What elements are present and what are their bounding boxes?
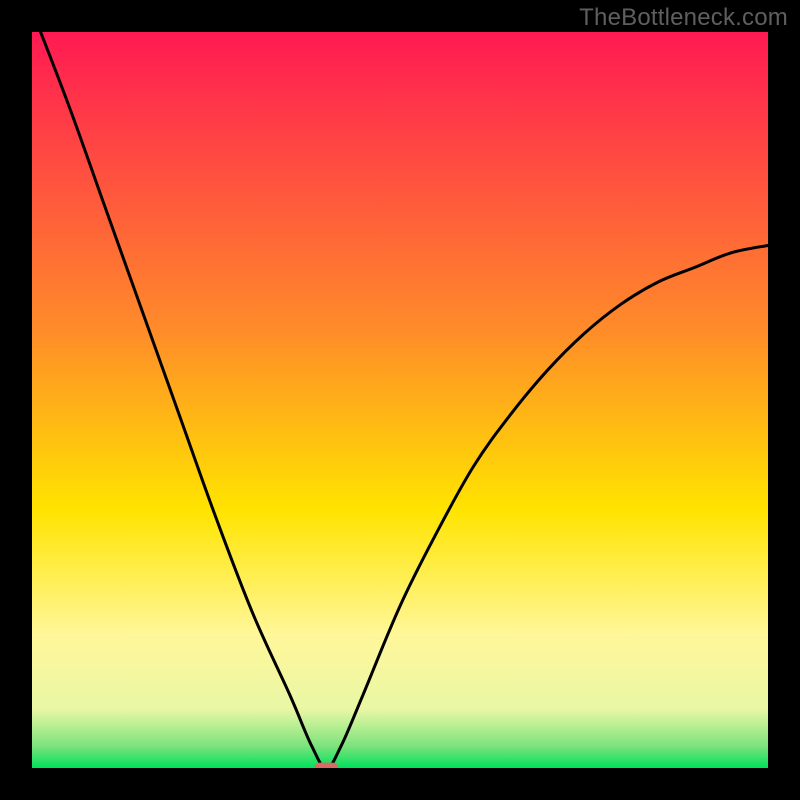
- plot-area: [32, 32, 768, 768]
- minimum-marker: [315, 763, 339, 768]
- chart-svg: [32, 32, 768, 768]
- gradient-background: [32, 32, 768, 768]
- watermark-text: TheBottleneck.com: [579, 4, 788, 32]
- chart-frame: TheBottleneck.com: [0, 0, 800, 800]
